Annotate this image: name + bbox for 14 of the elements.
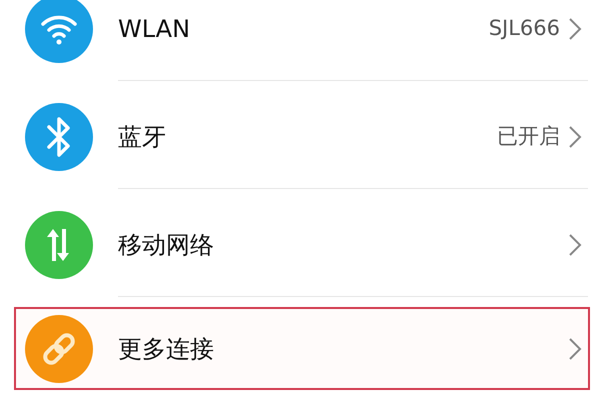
- chevron-icon: [568, 336, 582, 360]
- settings-row[interactable]: 蓝牙 已开启: [14, 83, 590, 191]
- setting-label: 更多连接: [118, 334, 215, 364]
- setting-label: 蓝牙: [118, 122, 167, 152]
- setting-value: SJL666: [488, 14, 560, 42]
- setting-label: 移动网络: [118, 230, 215, 260]
- highlight-frame[interactable]: 更多连接: [14, 307, 590, 390]
- settings-row[interactable]: WLAN SJL666: [14, 0, 590, 83]
- setting-label: WLAN: [118, 14, 192, 44]
- setting-value: 已开启: [497, 122, 560, 150]
- chevron-icon: [568, 232, 582, 256]
- chevron-icon: [568, 16, 582, 40]
- chevron-icon: [568, 124, 582, 148]
- settings-row[interactable]: 移动网络: [14, 191, 590, 299]
